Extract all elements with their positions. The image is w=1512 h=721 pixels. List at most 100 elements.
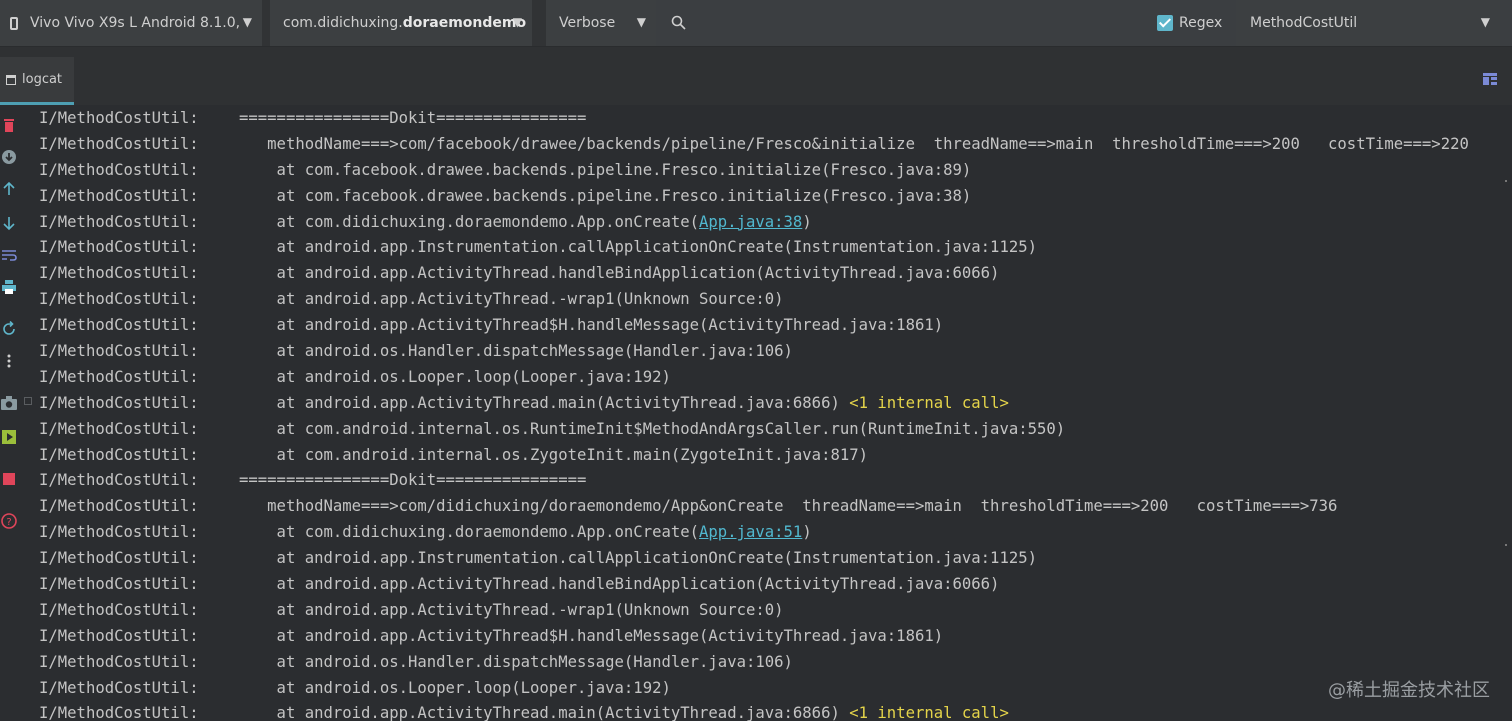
log-tag: I/MethodCostUtil: — [39, 445, 199, 464]
internal-call-hint[interactable]: <1 internal call> — [849, 394, 1009, 412]
log-message-tail: ) — [802, 523, 812, 542]
logcat-sidebar: ? — [0, 105, 20, 721]
svg-text:?: ? — [6, 517, 11, 528]
log-tag: I/MethodCostUtil: — [39, 471, 199, 490]
watermark-text: @稀土掘金技术社区 — [1328, 680, 1490, 701]
log-tag: I/MethodCostUtil: — [39, 497, 199, 516]
search-input[interactable] — [656, 0, 1146, 46]
log-tag: I/MethodCostUtil: — [39, 393, 199, 412]
log-message: at android.app.ActivityThread$H.handleMe… — [239, 626, 944, 645]
chevron-down-icon: ▼ — [636, 15, 646, 29]
log-tag: I/MethodCostUtil: — [39, 109, 199, 127]
log-message: at com.facebook.drawee.backends.pipeline… — [239, 160, 972, 179]
filter-label: MethodCostUtil — [1250, 15, 1358, 31]
source-link[interactable]: App.java:51 — [699, 523, 802, 541]
log-line: I/MethodCostUtil: at android.app.Activit… — [39, 287, 1509, 313]
log-line: I/MethodCostUtil: at android.app.Activit… — [39, 701, 1509, 721]
log-line: I/MethodCostUtil: methodName===>com/didi… — [39, 494, 1509, 520]
log-tag: I/MethodCostUtil: — [39, 238, 199, 257]
log-line: I/MethodCostUtil: at android.app.Activit… — [39, 391, 1509, 417]
log-tag: I/MethodCostUtil: — [39, 549, 199, 568]
log-line: I/MethodCostUtil: at android.app.Activit… — [39, 624, 1509, 650]
log-message: at android.app.ActivityThread.-wrap1(Unk… — [239, 290, 784, 309]
logcat-icon — [6, 74, 16, 85]
log-tag: I/MethodCostUtil: — [39, 316, 199, 335]
layout-icon[interactable] — [1483, 73, 1497, 85]
log-message: at android.app.ActivityThread.-wrap1(Unk… — [239, 600, 784, 619]
chevron-down-icon: ▼ — [242, 15, 252, 29]
log-message: at android.app.ActivityThread.main(Activ… — [239, 704, 850, 721]
log-tag: I/MethodCostUtil: — [39, 523, 199, 542]
log-tag: I/MethodCostUtil: — [39, 342, 199, 361]
tool-window-tabbar: logcat — [0, 47, 1512, 105]
log-line: I/MethodCostUtil: at android.app.Activit… — [39, 598, 1509, 624]
log-level-selector[interactable]: Verbose ▼ — [546, 0, 656, 46]
log-line: I/MethodCostUtil: at com.didichuxing.dor… — [39, 210, 1509, 236]
regex-checkbox[interactable]: Regex — [1150, 0, 1234, 46]
log-message: at android.app.ActivityThread.handleBind… — [239, 575, 1000, 594]
log-message-tail: ) — [802, 212, 812, 231]
log-message: at com.didichuxing.doraemondemo.App.onCr… — [239, 212, 700, 231]
log-line: I/MethodCostUtil: at com.android.interna… — [39, 443, 1509, 469]
restart-icon[interactable] — [1, 321, 17, 337]
trash-icon[interactable] — [1, 117, 17, 133]
log-message: at android.app.ActivityThread$H.handleMe… — [239, 316, 944, 335]
internal-call-hint[interactable]: <1 internal call> — [849, 704, 1009, 721]
log-message: at android.app.Instrumentation.callAppli… — [239, 549, 1037, 568]
filter-selector[interactable]: MethodCostUtil ▼ — [1236, 0, 1500, 46]
log-tag: I/MethodCostUtil: — [39, 264, 199, 283]
log-tag: I/MethodCostUtil: — [39, 575, 199, 594]
scrollbar-marker — [1505, 180, 1507, 182]
log-message: at android.os.Looper.loop(Looper.java:19… — [239, 367, 671, 386]
device-label: Vivo Vivo X9s L Android 8.1.0, — [30, 15, 241, 31]
log-tag: I/MethodCostUtil: — [39, 134, 199, 153]
screen-record-icon[interactable] — [1, 429, 17, 445]
logcat-output[interactable]: I/MethodCostUtil: ================Dokit==… — [39, 106, 1509, 721]
device-selector[interactable]: Vivo Vivo X9s L Android 8.1.0, ▼ — [0, 0, 262, 46]
phone-icon — [10, 16, 18, 30]
log-message: at com.android.internal.os.ZygoteInit.ma… — [239, 445, 869, 464]
log-line: I/MethodCostUtil: at android.os.Handler.… — [39, 650, 1509, 676]
log-line: I/MethodCostUtil: at android.app.Instrum… — [39, 546, 1509, 572]
process-prefix: com.didichuxing. — [283, 15, 403, 31]
fold-marker-icon[interactable] — [24, 397, 32, 405]
log-line: I/MethodCostUtil: at com.android.interna… — [39, 417, 1509, 443]
log-tag: I/MethodCostUtil: — [39, 419, 199, 438]
log-tag: I/MethodCostUtil: — [39, 212, 199, 231]
more-icon[interactable] — [1, 353, 17, 369]
log-tag: I/MethodCostUtil: — [39, 704, 199, 721]
stop-icon[interactable] — [1, 471, 17, 487]
source-link[interactable]: App.java:38 — [699, 213, 802, 231]
log-tag: I/MethodCostUtil: — [39, 367, 199, 386]
process-selector[interactable]: com.didichuxing. doraemondemo ▼ — [270, 0, 532, 46]
process-name: doraemondemo — [402, 15, 527, 31]
help-icon[interactable]: ? — [1, 513, 17, 529]
print-icon[interactable] — [1, 279, 17, 295]
log-tag: I/MethodCostUtil: — [39, 600, 199, 619]
tab-label: logcat — [22, 72, 63, 87]
chevron-down-icon: ▼ — [1480, 15, 1490, 29]
camera-icon[interactable] — [1, 395, 17, 411]
log-message: at com.didichuxing.doraemondemo.App.onCr… — [239, 523, 700, 542]
log-line: I/MethodCostUtil: at android.os.Looper.l… — [39, 365, 1509, 391]
arrow-down-icon[interactable] — [1, 215, 17, 231]
tab-logcat[interactable]: logcat — [0, 57, 74, 105]
log-message: methodName===>com/facebook/drawee/backen… — [239, 134, 1469, 153]
regex-label: Regex — [1179, 15, 1223, 31]
toolbar-divider — [262, 0, 270, 46]
search-icon — [671, 15, 686, 30]
scroll-to-end-icon[interactable] — [1, 149, 17, 165]
log-tag: I/MethodCostUtil: — [39, 626, 199, 645]
log-tag: I/MethodCostUtil: — [39, 290, 199, 309]
scrollbar-marker — [1505, 544, 1507, 546]
log-message: at com.android.internal.os.RuntimeInit$M… — [239, 419, 1066, 438]
log-line: I/MethodCostUtil: methodName===>com/face… — [39, 132, 1509, 158]
soft-wrap-icon[interactable] — [1, 247, 17, 263]
log-tag: I/MethodCostUtil: — [39, 160, 199, 179]
log-level-label: Verbose — [559, 15, 616, 31]
arrow-up-icon[interactable] — [1, 181, 17, 197]
log-line: I/MethodCostUtil: at com.didichuxing.dor… — [39, 520, 1509, 546]
log-line: I/MethodCostUtil: at android.app.Activit… — [39, 261, 1509, 287]
log-line: I/MethodCostUtil: ================Dokit==… — [39, 106, 1509, 132]
log-message: at com.facebook.drawee.backends.pipeline… — [239, 186, 972, 205]
